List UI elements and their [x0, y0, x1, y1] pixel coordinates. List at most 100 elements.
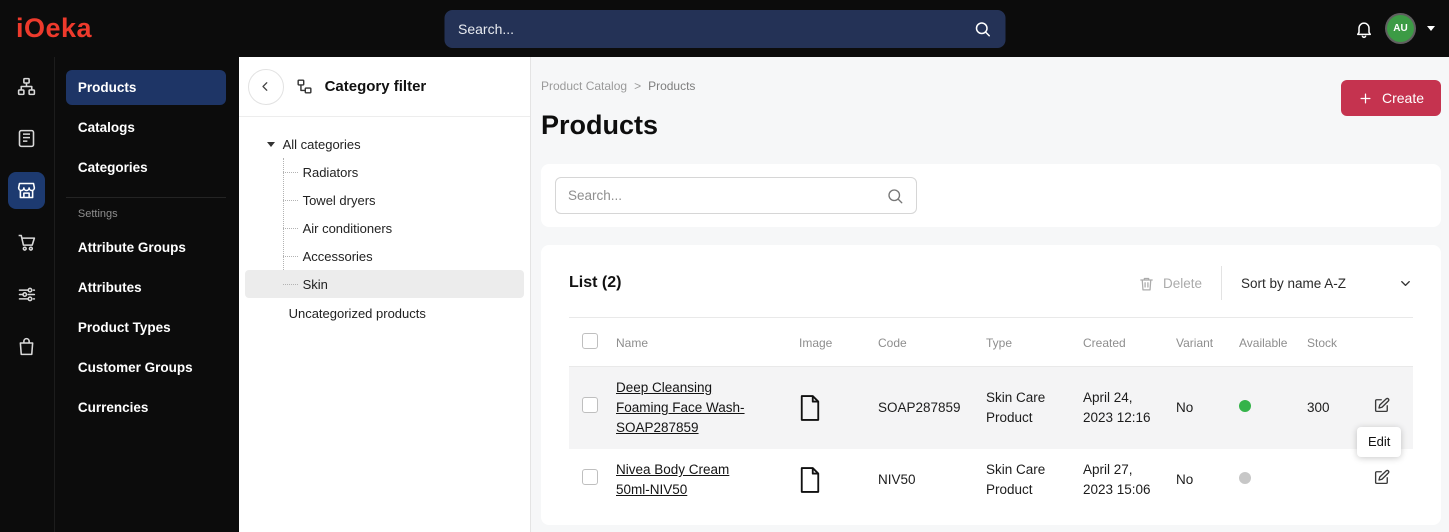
header-stock: Stock: [1307, 335, 1338, 350]
breadcrumb-parent[interactable]: Product Catalog: [541, 79, 627, 93]
product-image-cell: [799, 466, 878, 494]
product-created: April 27, 2023 15:06: [1083, 462, 1151, 497]
create-button-label: Create: [1381, 90, 1424, 106]
product-type: Skin Care Product: [986, 462, 1046, 497]
global-search-input[interactable]: [458, 21, 973, 37]
available-indicator: [1239, 400, 1251, 412]
sidebar-settings-section: Settings Attribute Groups Attributes Pro…: [65, 197, 226, 425]
tree-item-skin[interactable]: Skin: [244, 270, 524, 298]
tree-item-accessories[interactable]: Accessories: [245, 242, 524, 270]
product-image-cell: [799, 394, 878, 422]
filter-panel-title: Category filter: [324, 78, 427, 95]
chevron-left-icon: [262, 82, 268, 91]
product-variant: No: [1176, 400, 1194, 415]
breadcrumb: Product Catalog > Products: [541, 57, 1441, 93]
category-tree-icon: [295, 77, 314, 96]
notifications-button[interactable]: [1354, 19, 1374, 39]
table-row: Deep Cleansing Foaming Face Wash-SOAP287…: [569, 367, 1413, 457]
breadcrumb-current: Products: [648, 79, 696, 93]
sidebar-item-attributes[interactable]: Attributes: [66, 270, 226, 305]
products-search: [555, 177, 917, 214]
divider: [1221, 266, 1222, 300]
header-image: Image: [799, 335, 833, 350]
product-code: NIV50: [878, 472, 916, 487]
product-code: SOAP287859: [878, 400, 961, 415]
sidebar-item-customer-groups[interactable]: Customer Groups: [66, 350, 226, 385]
create-button[interactable]: Create: [1340, 80, 1441, 116]
products-search-input[interactable]: [568, 188, 886, 203]
category-filter-panel: Category filter All categories Radiators…: [238, 57, 531, 532]
page-title: Products: [541, 110, 659, 140]
plus-icon: [1360, 93, 1371, 103]
edit-tooltip: Edit: [1357, 427, 1402, 457]
header-created: Created: [1083, 335, 1126, 350]
products-list-card: List (2) Delete Sort by name A-Z Name Im…: [541, 245, 1441, 525]
tree-item-air-conditioners[interactable]: Air conditioners: [245, 214, 524, 242]
sidebar: Products Catalogs Categories Settings At…: [54, 57, 239, 532]
header-code: Code: [878, 335, 907, 350]
tree-root-label: All categories: [282, 136, 361, 152]
available-indicator: [1239, 472, 1251, 484]
search-icon: [975, 22, 990, 37]
select-all-checkbox[interactable]: [582, 333, 598, 349]
product-type: Skin Care Product: [986, 390, 1046, 425]
category-tree: All categories Radiators Towel dryers Ai…: [239, 117, 530, 327]
edit-button[interactable]: [1373, 468, 1391, 486]
collapse-panel-button[interactable]: [247, 68, 284, 105]
delete-button-label: Delete: [1162, 275, 1202, 291]
bag-icon: [20, 337, 34, 356]
catalogs-icon: [19, 129, 35, 148]
tree-item-radiators[interactable]: Radiators: [245, 158, 524, 186]
row-checkbox[interactable]: [582, 397, 598, 413]
global-search: [444, 10, 1005, 48]
sidebar-item-categories[interactable]: Categories: [66, 150, 226, 185]
product-name-link[interactable]: Nivea Body Cream 50ml-NIV50: [616, 462, 729, 497]
header-type: Type: [986, 335, 1013, 350]
sidebar-item-attribute-groups[interactable]: Attribute Groups: [66, 230, 226, 265]
avatar[interactable]: AU: [1387, 15, 1414, 42]
product-variant: No: [1176, 472, 1194, 487]
main-content: Product Catalog > Products Create Produc…: [531, 57, 1449, 532]
product-name-link[interactable]: Deep Cleansing Foaming Face Wash-SOAP287…: [616, 380, 745, 435]
app-logo: iOeka: [16, 13, 93, 43]
rail-item-structure[interactable]: [8, 68, 45, 105]
tree-item-uncategorized[interactable]: Uncategorized products: [245, 299, 524, 327]
sidebar-item-products[interactable]: Products: [65, 70, 226, 105]
sort-dropdown[interactable]: Sort by name A-Z: [1241, 276, 1413, 291]
sitemap-icon: [18, 77, 36, 96]
table-header: Name Image Code Type Created Variant Ava…: [569, 317, 1413, 367]
rail-item-orders[interactable]: [8, 224, 45, 261]
sidebar-item-currencies[interactable]: Currencies: [66, 390, 226, 425]
breadcrumb-separator: >: [634, 79, 642, 93]
document-icon: [800, 395, 820, 421]
tree-item-all-categories[interactable]: All categories: [245, 130, 524, 158]
delete-button[interactable]: Delete: [1138, 275, 1202, 292]
search-icon: [888, 188, 903, 203]
tree-item-towel-dryers[interactable]: Towel dryers: [245, 186, 524, 214]
rail-item-attributes[interactable]: [8, 276, 45, 313]
user-menu-button[interactable]: [1427, 26, 1435, 31]
tree-expand-icon[interactable]: [266, 141, 275, 147]
edit-icon: [1374, 397, 1390, 413]
header-available: Available: [1239, 335, 1288, 350]
row-checkbox[interactable]: [582, 469, 598, 485]
settings-section-label: Settings: [77, 208, 118, 220]
caret-down-icon: [1427, 26, 1435, 31]
edit-icon: [1374, 469, 1390, 485]
attributes-icon: [19, 287, 36, 302]
bell-icon: [1357, 21, 1371, 38]
list-title: List (2): [569, 274, 622, 291]
document-icon: [800, 467, 820, 493]
sidebar-item-catalogs[interactable]: Catalogs: [66, 110, 226, 145]
product-stock: 300: [1307, 400, 1330, 415]
sidebar-item-product-types[interactable]: Product Types: [66, 310, 226, 345]
product-created: April 24, 2023 12:16: [1083, 390, 1151, 425]
search-card: [541, 164, 1441, 227]
rail-item-catalogs[interactable]: [8, 120, 45, 157]
rail-item-shop[interactable]: [8, 328, 45, 365]
edit-button[interactable]: [1373, 396, 1391, 414]
chevron-down-icon: [1401, 280, 1410, 286]
topbar: iOeka AU: [0, 0, 1449, 57]
header-name: Name: [616, 335, 649, 350]
rail-item-products[interactable]: [8, 172, 46, 209]
